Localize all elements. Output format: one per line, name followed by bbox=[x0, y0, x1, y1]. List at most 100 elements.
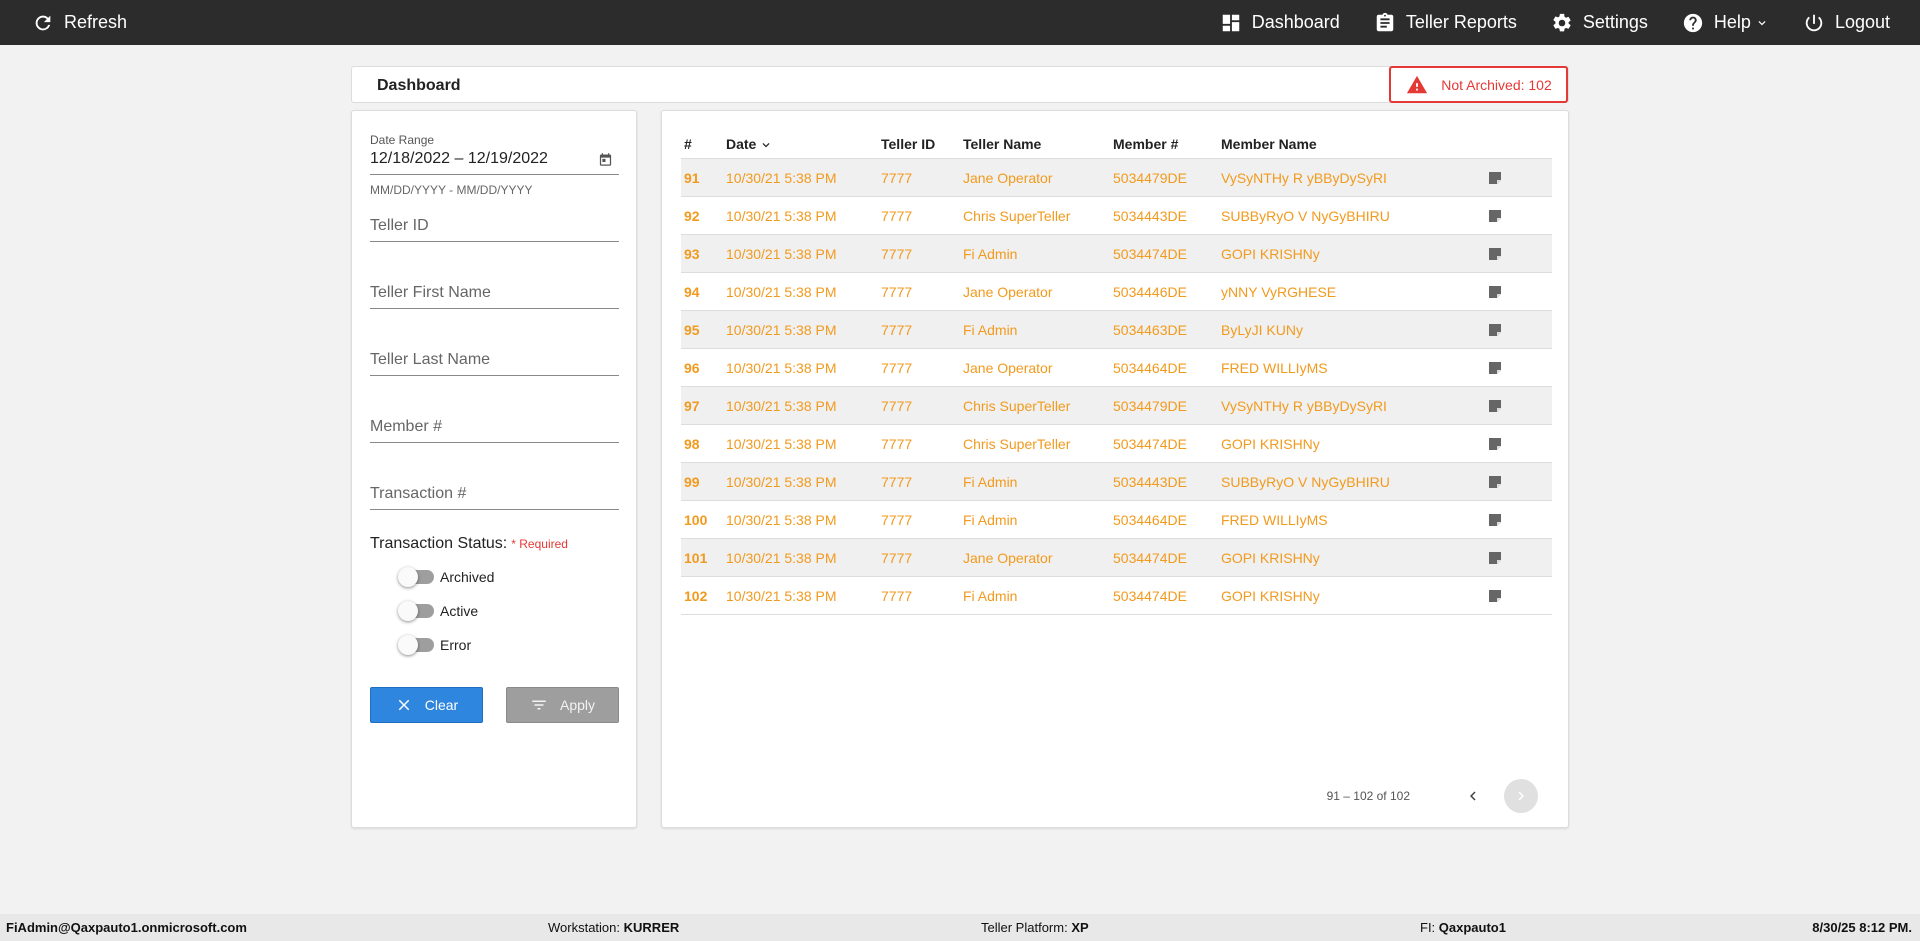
row-number: 99 bbox=[684, 474, 700, 490]
row-number: 102 bbox=[684, 588, 708, 604]
row-teller-name: Fi Admin bbox=[963, 588, 1018, 604]
note-icon[interactable] bbox=[1487, 246, 1503, 262]
table-row[interactable]: 100 10/30/21 5:38 PM 7777 Fi Admin 5034464DE… bbox=[681, 501, 1552, 539]
table-row[interactable]: 92 10/30/21 5:38 PM 7777 Chris SuperTeller 5… bbox=[681, 197, 1552, 235]
transactions-table: # Date Teller ID Teller Name Member # Me… bbox=[681, 127, 1552, 615]
nav-help[interactable]: Help bbox=[1682, 12, 1769, 34]
error-label: Error bbox=[440, 637, 472, 653]
top-navigation-bar: Refresh Dashboard Teller Reports Setting… bbox=[0, 0, 1920, 45]
archived-toggle[interactable]: Archived bbox=[398, 567, 495, 587]
row-date: 10/30/21 5:38 PM bbox=[726, 170, 837, 186]
row-number: 91 bbox=[684, 170, 700, 186]
note-icon[interactable] bbox=[1487, 436, 1503, 452]
note-icon[interactable] bbox=[1487, 512, 1503, 528]
close-icon bbox=[398, 699, 410, 711]
filter-panel: Date Range 12/18/2022 – 12/19/2022 MM/DD… bbox=[351, 110, 637, 828]
row-number: 96 bbox=[684, 360, 700, 376]
clear-button[interactable]: Clear bbox=[370, 687, 483, 723]
transactions-panel: # Date Teller ID Teller Name Member # Me… bbox=[661, 110, 1569, 828]
note-icon[interactable] bbox=[1487, 550, 1503, 566]
table-row[interactable]: 101 10/30/21 5:38 PM 7777 Jane Operator 5034… bbox=[681, 539, 1552, 577]
footer-user: FiAdmin@Qaxpauto1.onmicrosoft.com bbox=[6, 920, 247, 935]
nav-settings[interactable]: Settings bbox=[1551, 12, 1648, 34]
column-header-date[interactable]: Date bbox=[726, 136, 773, 152]
row-member-name: ByLyJI KUNy bbox=[1221, 322, 1303, 338]
row-teller-name: Fi Admin bbox=[963, 246, 1018, 262]
table-row[interactable]: 98 10/30/21 5:38 PM 7777 Chris SuperTeller 5… bbox=[681, 425, 1552, 463]
teller-id-input[interactable]: Teller ID bbox=[370, 217, 619, 242]
apply-button[interactable]: Apply bbox=[506, 687, 619, 723]
table-row[interactable]: 94 10/30/21 5:38 PM 7777 Jane Operator 50344… bbox=[681, 273, 1552, 311]
note-icon[interactable] bbox=[1487, 360, 1503, 376]
teller-first-name-input[interactable]: Teller First Name bbox=[370, 284, 619, 309]
date-range-field[interactable]: Date Range 12/18/2022 – 12/19/2022 MM/DD… bbox=[370, 133, 619, 197]
row-teller-name: Jane Operator bbox=[963, 550, 1053, 566]
row-member-name: SUBByRyO V NyGyBHIRU bbox=[1221, 208, 1390, 224]
row-member-name: GOPI KRISHNy bbox=[1221, 588, 1320, 604]
row-number: 93 bbox=[684, 246, 700, 262]
table-body: 91 10/30/21 5:38 PM 7777 Jane Operator 50344… bbox=[681, 159, 1552, 615]
footer-workstation: Workstation: KURRER bbox=[548, 920, 679, 935]
table-row[interactable]: 95 10/30/21 5:38 PM 7777 Fi Admin 5034463DE B… bbox=[681, 311, 1552, 349]
error-toggle[interactable]: Error bbox=[398, 635, 472, 655]
refresh-button[interactable]: Refresh bbox=[32, 0, 127, 45]
row-date: 10/30/21 5:38 PM bbox=[726, 512, 837, 528]
footer-workstation-value: KURRER bbox=[623, 920, 680, 935]
chevron-right-icon bbox=[1518, 791, 1524, 801]
member-number-input[interactable]: Member # bbox=[370, 418, 619, 443]
error-switch[interactable] bbox=[398, 635, 434, 655]
table-row[interactable]: 96 10/30/21 5:38 PM 7777 Jane Operator 50344… bbox=[681, 349, 1552, 387]
footer-platform-value: XP bbox=[1071, 920, 1089, 935]
active-switch[interactable] bbox=[398, 601, 434, 621]
table-row[interactable]: 99 10/30/21 5:38 PM 7777 Fi Admin 5034443DE S… bbox=[681, 463, 1552, 501]
row-member-number: 5034464DE bbox=[1113, 360, 1187, 376]
note-icon[interactable] bbox=[1487, 322, 1503, 338]
dashboard-icon bbox=[1222, 14, 1239, 31]
row-number: 94 bbox=[684, 284, 700, 300]
row-member-number: 5034474DE bbox=[1113, 550, 1187, 566]
row-number: 95 bbox=[684, 322, 700, 338]
previous-page-button[interactable] bbox=[1456, 779, 1490, 813]
table-row[interactable]: 97 10/30/21 5:38 PM 7777 Chris SuperTeller 5… bbox=[681, 387, 1552, 425]
date-range-hint: MM/DD/YYYY - MM/DD/YYYY bbox=[370, 183, 533, 197]
dashboard-header: Dashboard Not Archived: 102 bbox=[351, 66, 1569, 103]
archived-switch[interactable] bbox=[398, 567, 434, 587]
row-member-number: 5034474DE bbox=[1113, 436, 1187, 452]
nav-help-label: Help bbox=[1713, 12, 1751, 32]
row-date: 10/30/21 5:38 PM bbox=[726, 322, 837, 338]
nav-dashboard[interactable]: Dashboard bbox=[1220, 12, 1340, 34]
column-header-teller-name: Teller Name bbox=[963, 136, 1042, 152]
row-teller-name: Chris SuperTeller bbox=[963, 436, 1071, 452]
note-icon[interactable] bbox=[1487, 208, 1503, 224]
footer-workstation-label: Workstation: bbox=[548, 920, 621, 935]
transaction-number-input[interactable]: Transaction # bbox=[370, 485, 619, 510]
table-row[interactable]: 102 10/30/21 5:38 PM 7777 Fi Admin 5034474DE… bbox=[681, 577, 1552, 615]
row-member-number: 5034474DE bbox=[1113, 246, 1187, 262]
row-teller-id: 7777 bbox=[881, 170, 913, 186]
table-row[interactable]: 91 10/30/21 5:38 PM 7777 Jane Operator 50344… bbox=[681, 159, 1552, 197]
refresh-label: Refresh bbox=[64, 12, 128, 32]
footer-fi-label: FI: bbox=[1420, 920, 1436, 935]
nav-teller-reports[interactable]: Teller Reports bbox=[1374, 12, 1517, 34]
calendar-icon[interactable] bbox=[598, 152, 613, 167]
teller-last-name-input[interactable]: Teller Last Name bbox=[370, 351, 619, 376]
table-row[interactable]: 93 10/30/21 5:38 PM 7777 Fi Admin 5034474DE G… bbox=[681, 235, 1552, 273]
note-icon[interactable] bbox=[1487, 474, 1503, 490]
note-icon[interactable] bbox=[1487, 398, 1503, 414]
row-member-name: GOPI KRISHNy bbox=[1221, 550, 1320, 566]
row-date: 10/30/21 5:38 PM bbox=[726, 550, 837, 566]
next-page-button[interactable] bbox=[1504, 779, 1538, 813]
row-date: 10/30/21 5:38 PM bbox=[726, 246, 837, 262]
note-icon[interactable] bbox=[1487, 170, 1503, 186]
note-icon[interactable] bbox=[1487, 284, 1503, 300]
active-toggle[interactable]: Active bbox=[398, 601, 478, 621]
nav-logout[interactable]: Logout bbox=[1803, 12, 1890, 34]
column-header-date-label: Date bbox=[726, 136, 757, 152]
not-archived-badge[interactable]: Not Archived: 102 bbox=[1389, 66, 1568, 103]
chevron-left-icon bbox=[1470, 791, 1476, 801]
archived-label: Archived bbox=[440, 569, 495, 585]
note-icon[interactable] bbox=[1487, 588, 1503, 604]
row-member-name: GOPI KRISHNy bbox=[1221, 436, 1320, 452]
date-range-input[interactable]: 12/18/2022 – 12/19/2022 bbox=[370, 150, 619, 175]
row-teller-id: 7777 bbox=[881, 436, 913, 452]
